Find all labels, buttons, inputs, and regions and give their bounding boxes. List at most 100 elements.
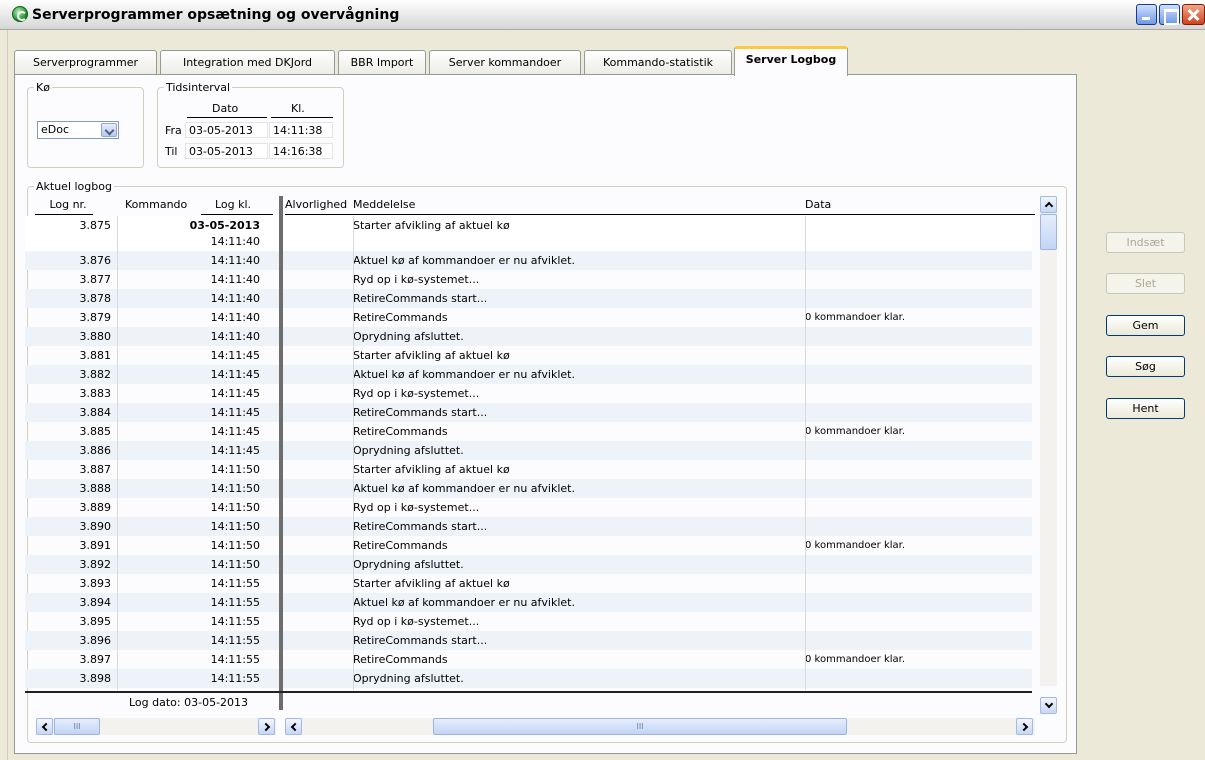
log-data-cell: 0 kommandoer klar. <box>805 540 906 551</box>
table-row[interactable]: 3.885 14:11:45 RetireCommands 0 kommandoer … <box>25 422 1032 441</box>
save-button[interactable]: Gem <box>1106 315 1185 336</box>
left-scroll-left-button[interactable] <box>36 718 53 735</box>
header-underline <box>201 214 273 215</box>
log-message-cell: Aktuel kø af kommandoer er nu afviklet. <box>353 482 575 495</box>
to-date-field[interactable]: 03-05-2013 <box>185 143 268 159</box>
scroll-up-button[interactable] <box>1040 196 1057 213</box>
table-row[interactable]: 3.896 14:11:55 RetireCommands start... <box>25 631 1032 650</box>
table-row[interactable]: 3.879 14:11:40 RetireCommands 0 kommandoer … <box>25 308 1032 327</box>
table-row[interactable]: 3.877 14:11:40 Ryd op i kø-systemet... <box>25 270 1032 289</box>
table-row[interactable]: 3.878 14:11:40 RetireCommands start... <box>25 289 1032 308</box>
main-scroll-thumb[interactable]: III <box>433 718 847 735</box>
col-header-log-nr[interactable]: Log nr. <box>37 196 99 214</box>
table-row[interactable]: 3.893 14:11:55 Starter afvikling af aktuel… <box>25 574 1032 593</box>
search-button[interactable]: Søg <box>1106 356 1185 377</box>
log-time-cell: 14:11:50 <box>210 539 260 552</box>
tab-integration-dkjord[interactable]: Integration med DKJord <box>160 50 335 75</box>
main-scroll-right-button[interactable] <box>1016 718 1033 735</box>
queue-select[interactable]: eDoc <box>37 121 119 139</box>
log-nr-cell: 3.889 <box>79 501 112 514</box>
delete-button[interactable]: Slet <box>1106 273 1185 294</box>
window-left-border <box>0 30 8 760</box>
chevron-down-icon[interactable] <box>101 123 117 137</box>
log-message-cell: RetireCommands start... <box>353 634 488 647</box>
log-nr-cell: 3.892 <box>79 558 112 571</box>
table-row[interactable]: 3.881 14:11:45 Starter afvikling af aktuel… <box>25 346 1032 365</box>
log-message-cell: RetireCommands start... <box>353 406 488 419</box>
log-time-cell: 14:11:45 <box>210 387 260 400</box>
table-row[interactable]: 3.880 14:11:40 Oprydning afsluttet. <box>25 327 1032 346</box>
log-nr-cell: 3.884 <box>79 406 112 419</box>
log-nr-cell: 3.882 <box>79 368 112 381</box>
table-row[interactable]: 3.890 14:11:50 RetireCommands start... <box>25 517 1032 536</box>
vertical-scrollbar[interactable] <box>1040 196 1057 686</box>
tab-server-logbog[interactable]: Server Logbog <box>734 46 848 76</box>
log-message-cell: RetireCommands <box>353 653 448 666</box>
left-scroll-right-button[interactable] <box>258 718 275 735</box>
queue-legend: Kø <box>34 81 52 94</box>
column-divider <box>117 216 118 690</box>
col-header-kommando[interactable]: Kommando <box>125 196 195 214</box>
fetch-button[interactable]: Hent <box>1106 398 1185 419</box>
log-message-cell: Ryd op i kø-systemet... <box>353 501 480 514</box>
col-header-meddelelse[interactable]: Meddelelse <box>353 196 453 214</box>
tab-bbr-import[interactable]: BBR Import <box>338 50 426 75</box>
log-message-cell: Oprydning afsluttet. <box>353 330 464 343</box>
col-header-log-kl[interactable]: Log kl. <box>203 196 263 214</box>
log-nr-cell: 3.875 <box>79 219 112 232</box>
frozen-column-splitter[interactable] <box>279 196 283 710</box>
interval-time-underline <box>271 117 333 118</box>
left-scroll-thumb[interactable]: III <box>54 718 100 735</box>
from-label: Fra <box>165 124 182 137</box>
insert-button[interactable]: Indsæt <box>1106 232 1185 253</box>
log-nr-cell: 3.887 <box>79 463 112 476</box>
col-header-data[interactable]: Data <box>805 196 865 214</box>
table-row[interactable]: 3.892 14:11:50 Oprydning afsluttet. <box>25 555 1032 574</box>
log-nr-cell: 3.879 <box>79 311 112 324</box>
table-row[interactable]: 3.898 14:11:55 Oprydning afsluttet. <box>25 669 1032 688</box>
table-row[interactable]: 3.897 14:11:55 RetireCommands 0 kommandoer … <box>25 650 1032 669</box>
chevron-down-icon <box>1044 699 1054 709</box>
log-legend: Aktuel logbog <box>34 180 114 193</box>
col-header-alvorlighed[interactable]: Alvorlighed <box>285 196 353 214</box>
tab-serverprogrammer[interactable]: Serverprogrammer <box>14 50 157 75</box>
table-row[interactable]: 3.882 14:11:45 Aktuel kø af kommandoer er … <box>25 365 1032 384</box>
log-rows: 3.875 03-05-2013 14:11:40 Starter afvikling… <box>25 216 1032 690</box>
close-button[interactable] <box>1182 4 1205 25</box>
log-message-cell: Oprydning afsluttet. <box>353 558 464 571</box>
table-row[interactable]: 3.884 14:11:45 RetireCommands start... <box>25 403 1032 422</box>
vertical-scroll-thumb[interactable] <box>1040 214 1057 250</box>
main-scroll-left-button[interactable] <box>285 718 302 735</box>
table-row[interactable]: 3.895 14:11:55 Ryd op i kø-systemet... <box>25 612 1032 631</box>
maximize-button[interactable] <box>1159 4 1180 25</box>
log-time-cell: 14:11:55 <box>210 672 260 685</box>
to-label: Til <box>165 145 178 158</box>
table-row[interactable]: 3.891 14:11:50 RetireCommands 0 kommandoer … <box>25 536 1032 555</box>
tab-server-kommandoer[interactable]: Server kommandoer <box>429 50 581 75</box>
scroll-down-button[interactable] <box>1040 697 1057 714</box>
table-row[interactable]: 3.894 14:11:55 Aktuel kø af kommandoer er … <box>25 593 1032 612</box>
table-row[interactable]: 3.883 14:11:45 Ryd op i kø-systemet... <box>25 384 1032 403</box>
table-row[interactable]: 3.875 03-05-2013 14:11:40 Starter afvikling… <box>25 216 1032 251</box>
log-message-cell: Oprydning afsluttet. <box>353 672 464 685</box>
table-row[interactable]: 3.876 14:11:40 Aktuel kø af kommandoer er … <box>25 251 1032 270</box>
log-message-cell: Aktuel kø af kommandoer er nu afviklet. <box>353 596 575 609</box>
log-time-cell: 14:11:45 <box>210 444 260 457</box>
tab-kommando-statistik[interactable]: Kommando-statistik <box>584 50 732 75</box>
log-nr-cell: 3.878 <box>79 292 112 305</box>
log-date-footer: Log dato: 03-05-2013 <box>129 696 249 709</box>
table-row[interactable]: 3.887 14:11:50 Starter afvikling af aktuel… <box>25 460 1032 479</box>
from-date-field[interactable]: 03-05-2013 <box>185 122 268 138</box>
minimize-button[interactable] <box>1136 4 1157 25</box>
table-row[interactable]: 3.886 14:11:45 Oprydning afsluttet. <box>25 441 1032 460</box>
log-time-cell: 14:11:40 <box>210 254 260 267</box>
log-message-cell: Ryd op i kø-systemet... <box>353 615 480 628</box>
log-message-cell: RetireCommands start... <box>353 292 488 305</box>
table-row[interactable]: 3.889 14:11:50 Ryd op i kø-systemet... <box>25 498 1032 517</box>
chevron-up-icon <box>1044 201 1054 211</box>
table-row[interactable]: 3.888 14:11:50 Aktuel kø af kommandoer er … <box>25 479 1032 498</box>
to-time-field[interactable]: 14:16:38 <box>269 143 333 159</box>
log-nr-cell: 3.890 <box>79 520 112 533</box>
log-time-cell: 14:11:40 <box>210 273 260 286</box>
from-time-field[interactable]: 14:11:38 <box>269 122 333 138</box>
